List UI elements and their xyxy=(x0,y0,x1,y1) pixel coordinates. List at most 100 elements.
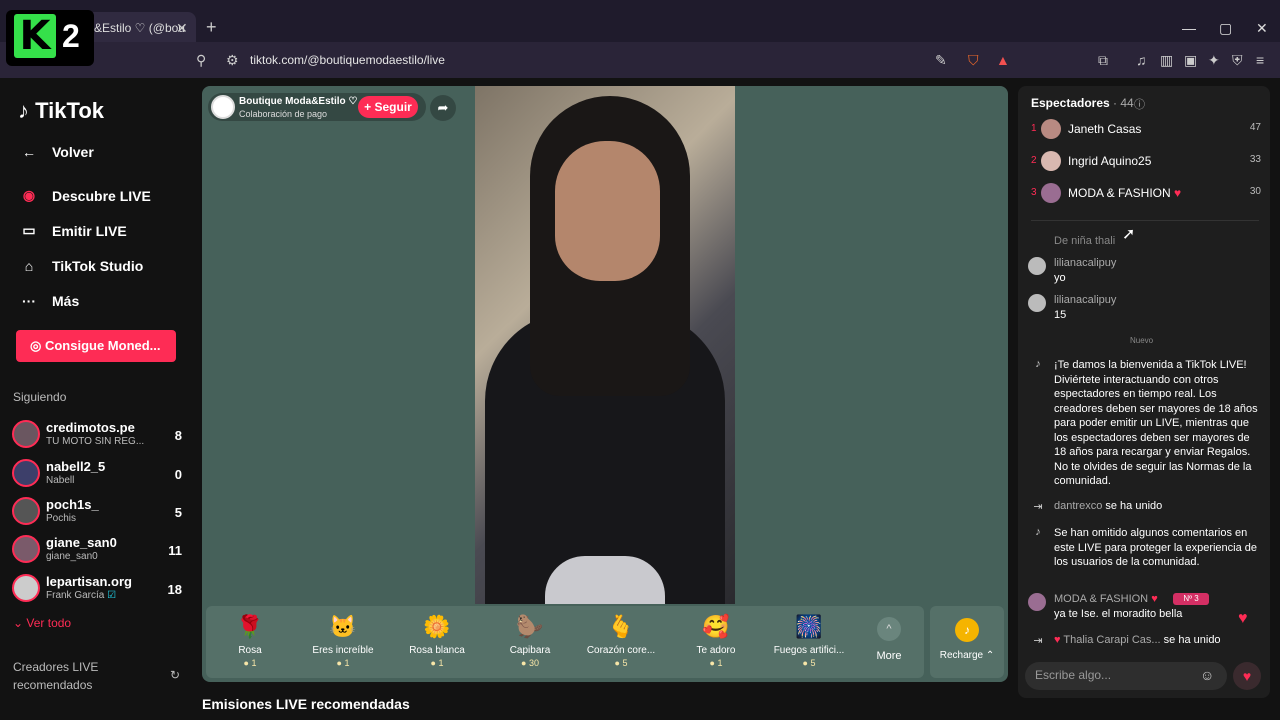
site-settings-icon[interactable]: ⚙ xyxy=(226,52,239,69)
following-sub: TU MOTO SIN REG... xyxy=(46,436,145,447)
chat-user[interactable]: dantrexco se ha unido xyxy=(1054,500,1162,512)
chat-text: yo xyxy=(1054,272,1066,284)
ai-icon[interactable]: ✦ xyxy=(1208,52,1220,69)
like-heart-icon[interactable]: ♥ xyxy=(1233,662,1261,690)
url-text[interactable]: tiktok.com/@boutiquemodaestilo/live xyxy=(250,53,445,67)
avatar xyxy=(1028,294,1046,312)
chat-text: 15 xyxy=(1054,309,1067,321)
gift-rose[interactable]: 🌹 Rosa ● 1 xyxy=(205,612,295,668)
close-tab-icon[interactable]: ✕ xyxy=(176,20,188,37)
wallet-icon[interactable]: ▣ xyxy=(1184,52,1197,69)
translate-icon[interactable]: ✎ xyxy=(935,52,947,69)
top-viewer[interactable]: 3 MODA & FASHION ♥ 30 xyxy=(1031,183,1261,205)
recharge-label: Recharge ⌃ xyxy=(939,650,995,661)
viewer-name: Ingrid Aquino25 xyxy=(1068,154,1152,168)
chat-user[interactable]: MODA & FASHION ♥ xyxy=(1054,593,1158,605)
gift-cost: ● 5 xyxy=(614,658,628,668)
bookmark-icon[interactable]: ⚲ xyxy=(196,52,206,69)
following-item[interactable]: nabell2_5 Nabell 0 xyxy=(12,459,182,491)
host-avatar[interactable] xyxy=(211,95,235,119)
following-item[interactable]: lepartisan.org Frank García ☑ 18 xyxy=(12,574,182,606)
gift-capybara[interactable]: 🦫 Capibara ● 30 xyxy=(485,612,575,668)
get-coins-button[interactable]: ◎ Consigue Moned... xyxy=(16,330,176,362)
viewer-score: 30 xyxy=(1249,186,1261,197)
join-icon: ⇥ xyxy=(1033,501,1043,513)
more-label: More xyxy=(876,650,902,662)
mouse-cursor-icon: ➚ xyxy=(1122,226,1136,243)
menu-icon[interactable]: ≡ xyxy=(1256,52,1264,68)
chat-text: Se han omitido algunos comentarios en es… xyxy=(1054,527,1258,568)
rank-number: 1 xyxy=(1031,123,1037,134)
gift-te-adoro[interactable]: 🥰 Te adoro ● 1 xyxy=(671,612,761,668)
recharge-button[interactable]: ♪ Recharge ⌃ xyxy=(930,606,1004,678)
following-item[interactable]: credimotos.pe TU MOTO SIN REG... 8 xyxy=(12,420,182,452)
recommended-lives-title: Emisiones LIVE recomendadas xyxy=(202,696,410,712)
host-subtitle: Colaboración de pago xyxy=(239,109,328,119)
rewards-icon[interactable]: ▲ xyxy=(996,52,1010,68)
following-name: lepartisan.org xyxy=(46,574,132,589)
nav-back[interactable]: ← Volver xyxy=(20,144,94,160)
emoji-icon[interactable]: ☺ xyxy=(1200,667,1214,683)
following-item[interactable]: giane_san0 giane_san0 11 xyxy=(12,535,182,567)
following-item[interactable]: poch1s_ Pochis 5 xyxy=(12,497,182,529)
top-viewer[interactable]: 2 Ingrid Aquino25 33 xyxy=(1031,151,1261,173)
rose-icon: 🌹 xyxy=(236,614,264,639)
share-icon[interactable]: ➦ xyxy=(430,95,456,121)
minimize-icon[interactable]: — xyxy=(1182,20,1196,36)
vpn-icon[interactable]: ⛨ xyxy=(1232,52,1243,69)
gift-fireworks[interactable]: 🎆 Fuegos artifici... ● 5 xyxy=(764,612,854,668)
following-name: giane_san0 xyxy=(46,535,117,550)
tiktok-logo[interactable]: ♪ TikTok xyxy=(18,98,104,124)
avatar xyxy=(1041,183,1061,203)
chat-text: ya te Ise. el moradito bella xyxy=(1054,608,1183,620)
music-icon[interactable]: ♫ xyxy=(1136,52,1147,68)
extensions-icon[interactable]: ⧉ xyxy=(1098,52,1108,69)
sidebar-toggle-icon[interactable]: ▥ xyxy=(1160,52,1173,69)
nav-studio[interactable]: ⌂ TikTok Studio xyxy=(20,258,144,274)
chat-input[interactable]: Escribe algo... xyxy=(1025,662,1227,690)
nav-go-live[interactable]: ▭ Emitir LIVE xyxy=(20,222,126,239)
window-close-icon[interactable]: ✕ xyxy=(1256,20,1268,37)
avatar xyxy=(12,497,40,525)
following-sub: Pochis xyxy=(46,513,77,524)
nav-discover-live[interactable]: ◉ Descubre LIVE xyxy=(20,187,151,204)
avatar xyxy=(12,420,40,448)
following-sub: Frank García ☑ xyxy=(46,590,117,601)
host-name[interactable]: Boutique Moda&Estilo ♡ xyxy=(239,96,357,107)
help-icon[interactable]: ⓘ xyxy=(1134,96,1145,112)
more-gifts-button[interactable]: ^ More xyxy=(866,612,912,662)
chat-text: ¡Te damos la bienvenida a TikTok LIVE! D… xyxy=(1054,359,1258,487)
gift-eres-increible[interactable]: 🐱 Eres increíble ● 1 xyxy=(298,612,388,668)
follow-button[interactable]: + Seguir xyxy=(358,96,418,118)
refresh-icon[interactable]: ↻ xyxy=(170,668,180,682)
heart-icon: ♥ xyxy=(1054,634,1061,646)
gift-finger-heart[interactable]: 🫰 Corazón core... ● 5 xyxy=(576,612,666,668)
shield-icon[interactable]: ⛉ xyxy=(968,52,979,69)
see-all-link[interactable]: ⌄ Ver todo xyxy=(13,616,71,630)
streamer-face xyxy=(555,141,660,281)
rank-number: 2 xyxy=(1031,155,1037,166)
channel-logo-letter: K xyxy=(14,14,56,58)
faded-comment: De niña thali xyxy=(1054,235,1116,247)
gift-cost: ● 1 xyxy=(430,658,444,668)
studio-icon: ⌂ xyxy=(24,258,34,274)
maximize-icon[interactable]: ▢ xyxy=(1219,20,1232,37)
live-video[interactable] xyxy=(475,86,735,604)
chat-user[interactable]: lilianacalipuy xyxy=(1054,257,1116,269)
following-sub: giane_san0 xyxy=(46,551,98,562)
fireworks-icon: 🎆 xyxy=(795,614,823,639)
new-tab-icon[interactable]: + xyxy=(206,18,217,36)
chat-user[interactable]: lilianacalipuy xyxy=(1054,294,1116,306)
viewers-title: Espectadores · 44 xyxy=(1031,96,1134,110)
channel-logo-number: 2 xyxy=(62,18,80,54)
gift-cost: ● 1 xyxy=(336,658,350,668)
nav-more[interactable]: ··· Más xyxy=(20,293,79,309)
heart-face-icon: 🥰 xyxy=(702,614,730,639)
viewer-count: 5 xyxy=(174,505,182,520)
top-viewer[interactable]: 1 Janeth Casas 47 xyxy=(1031,119,1261,141)
gift-white-rose[interactable]: 🌼 Rosa blanca ● 1 xyxy=(392,612,482,668)
brand-name: TikTok xyxy=(35,98,104,123)
chat-user[interactable]: ♥ Thalia Carapi Cas... se ha unido xyxy=(1054,634,1221,646)
gift-name: Te adoro xyxy=(696,645,736,656)
coin-icon: ♪ xyxy=(955,618,979,642)
